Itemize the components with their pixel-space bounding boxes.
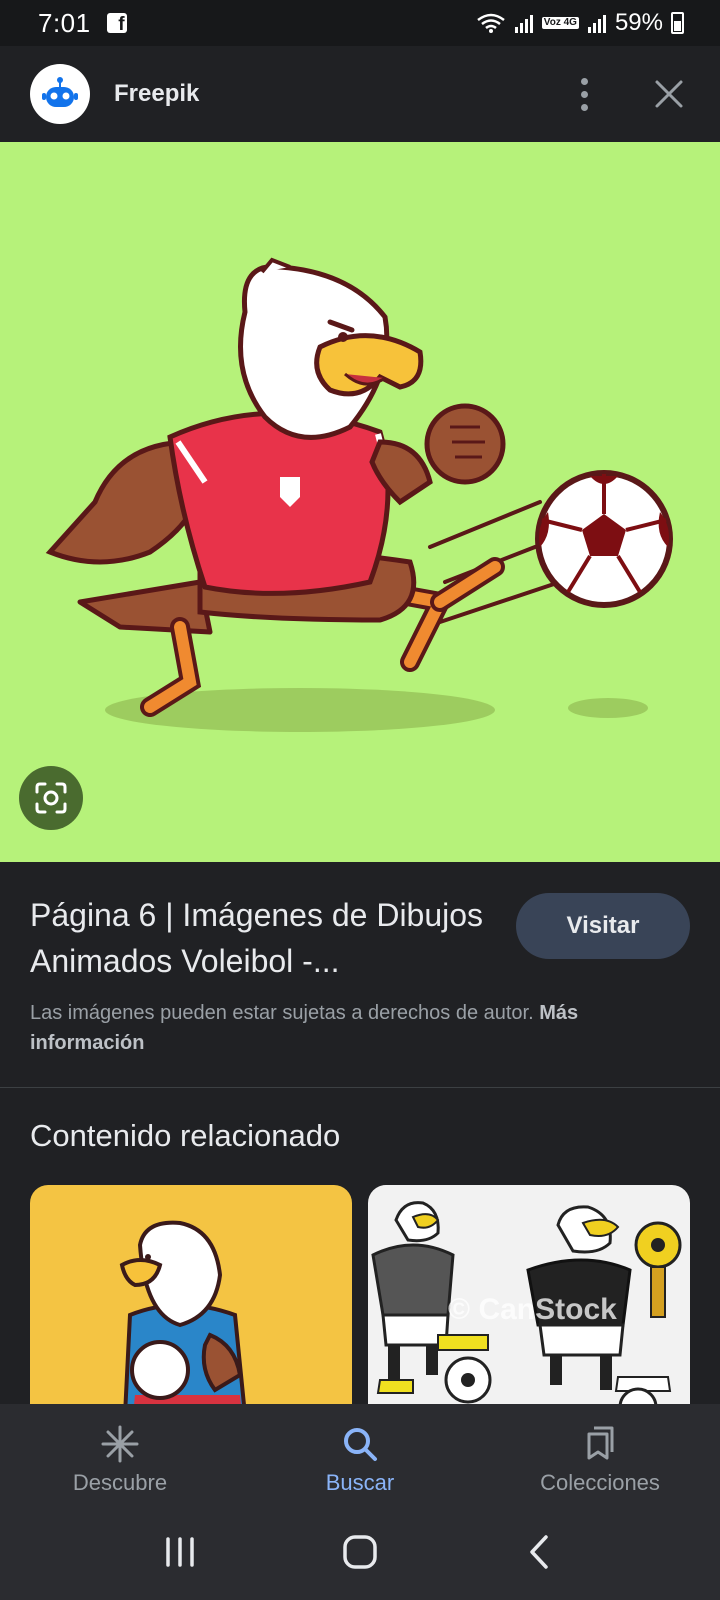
- appbar-actions: [573, 72, 690, 117]
- asterisk-icon: [101, 1425, 139, 1463]
- copyright-notice: Las imágenes pueden estar sujetas a dere…: [30, 998, 690, 1058]
- collections-icon: [587, 1426, 614, 1460]
- bottom-navigation: Descubre Buscar Colecciones: [0, 1404, 720, 1504]
- related-thumbnail-1[interactable]: [30, 1185, 352, 1415]
- facebook-notification-icon: [106, 13, 127, 36]
- related-thumbnail-2[interactable]: © CanStock: [368, 1185, 690, 1415]
- nav-label-colecciones: Colecciones: [540, 1470, 660, 1495]
- recent-apps-icon[interactable]: [160, 1532, 200, 1572]
- canstock-watermark: © CanStock: [448, 1293, 617, 1326]
- site-name[interactable]: Freepik: [114, 80, 199, 108]
- result-info: Página 6 | Imágenes de Dibujos Animados …: [0, 862, 720, 1088]
- home-icon[interactable]: [340, 1532, 380, 1572]
- site-logo[interactable]: [30, 64, 90, 124]
- result-title[interactable]: Página 6 | Imágenes de Dibujos Animados …: [30, 892, 490, 984]
- wifi-icon: [477, 13, 505, 33]
- nav-item-descubre[interactable]: Descubre: [0, 1404, 240, 1504]
- top-app-bar: Freepik: [0, 46, 720, 142]
- search-icon: [344, 1428, 377, 1461]
- system-navigation-bar: [0, 1504, 720, 1600]
- google-lens-button[interactable]: [19, 766, 83, 830]
- nav-label-descubre: Descubre: [72, 1470, 168, 1495]
- visit-button[interactable]: Visitar: [516, 893, 690, 959]
- signal-icon-2: [587, 15, 606, 33]
- more-options-icon[interactable]: [573, 72, 596, 117]
- status-time: 7:01: [38, 7, 91, 38]
- copyright-text: Las imágenes pueden estar sujetas a dere…: [30, 1002, 534, 1024]
- eagle-kicking-ball-illustration: [45, 257, 673, 732]
- lens-icon: [35, 782, 67, 814]
- freepik-robot-icon: [42, 77, 78, 107]
- nav-item-buscar[interactable]: Buscar: [240, 1404, 480, 1504]
- volte-badge: Voz 4G: [541, 17, 579, 29]
- back-icon[interactable]: [520, 1532, 560, 1572]
- eagle-goalkeeper-illustration: [119, 1220, 248, 1415]
- signal-icon: [514, 15, 533, 33]
- related-content-heading: Contenido relacionado: [30, 1118, 341, 1153]
- close-icon[interactable]: [654, 79, 684, 109]
- status-icons: Voz 4G 59%: [476, 9, 684, 37]
- battery-icon: [671, 12, 684, 34]
- nav-label-buscar: Buscar: [325, 1470, 395, 1495]
- nav-item-colecciones[interactable]: Colecciones: [480, 1404, 720, 1504]
- result-image[interactable]: [0, 142, 720, 862]
- status-bar: 7:01 Voz 4G 59%: [0, 0, 720, 46]
- battery-percent: 59%: [614, 9, 663, 36]
